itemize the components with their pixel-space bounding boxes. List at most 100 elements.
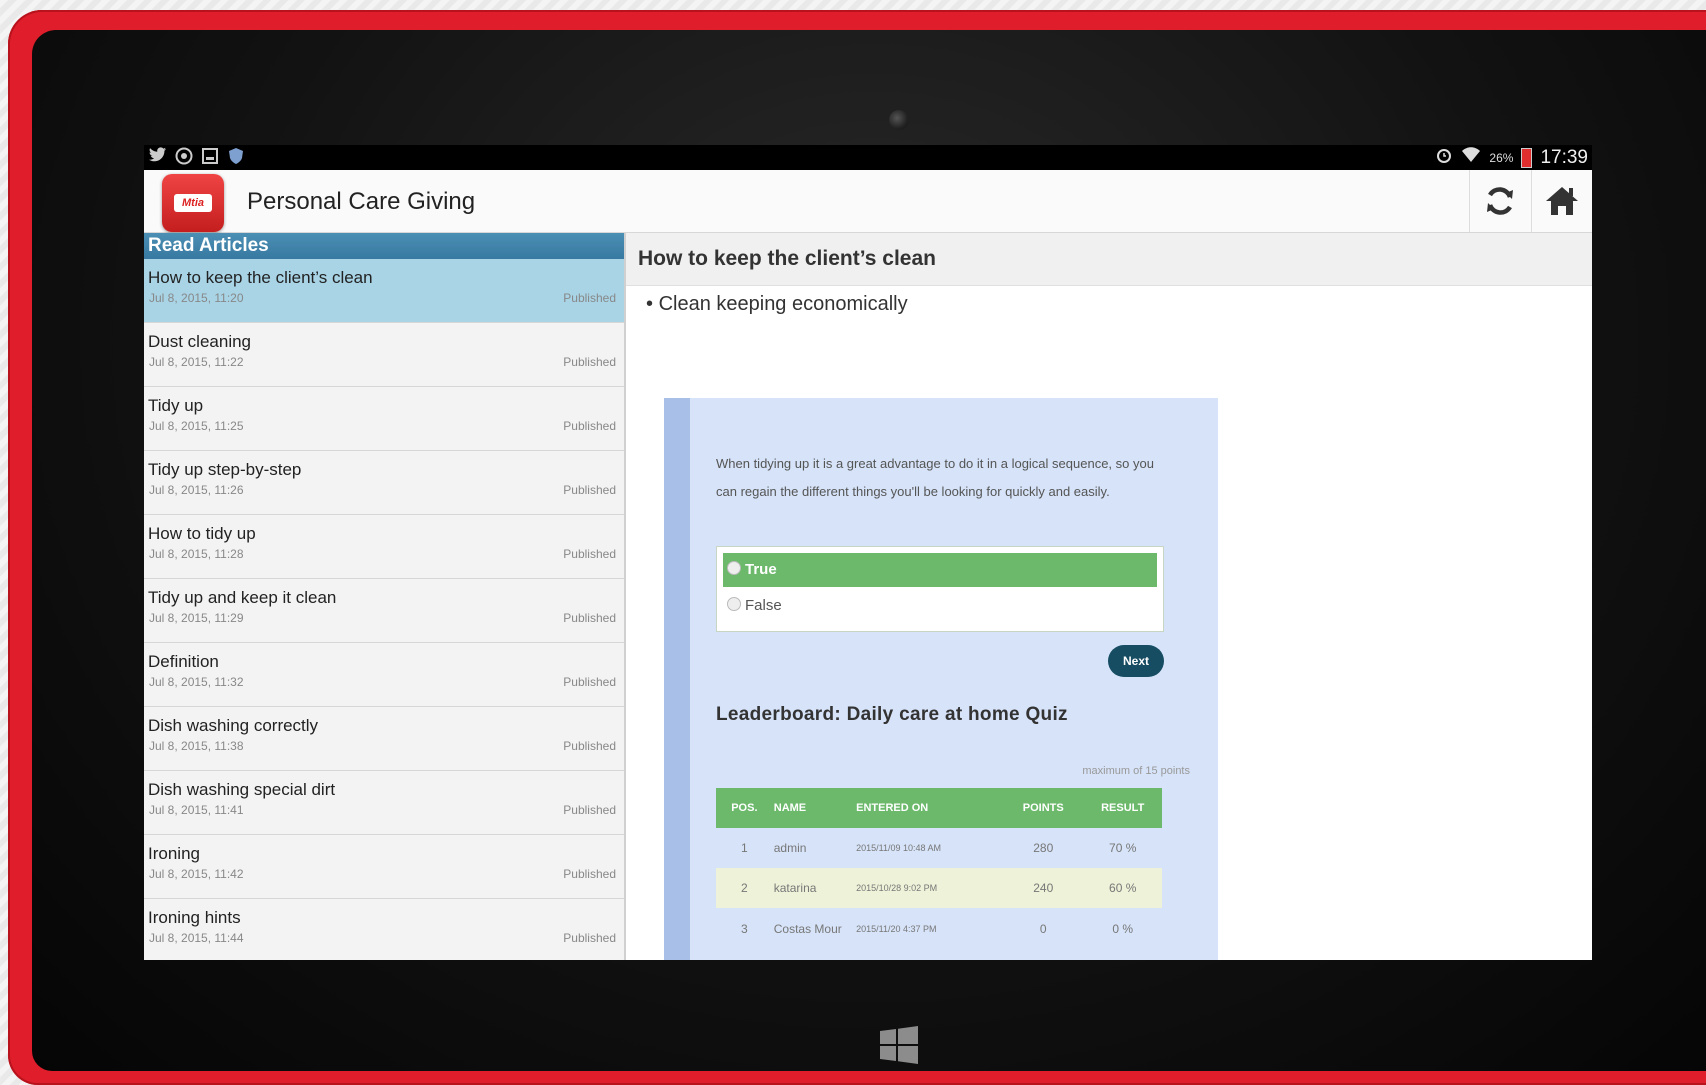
leaderboard-max-note: maximum of 15 points [1082,765,1190,777]
action-bar: Mtia Personal Care Giving [144,170,1592,233]
refresh-icon [1487,187,1513,215]
answer-false-option[interactable]: False [723,589,1157,623]
sidebar-header: Read Articles [144,233,624,259]
cell-result: 60 % [1083,868,1162,908]
article-status: Published [563,547,616,561]
column-header: POINTS [1003,788,1084,828]
article-status: Published [563,483,616,497]
answer-label: True [745,561,777,578]
article-bullet: Clean keeping economically [646,293,908,316]
article-heading: How to keep the client’s clean [626,233,1592,286]
column-header: POS. [716,788,773,828]
article-item[interactable]: Dish washing special dirt Jul 8, 2015, 1… [144,771,624,835]
table-row: 3 Costas Mour 2015/11/20 4:37 PM 0 0 % [716,908,1162,955]
cell-name: Costas Mour [772,908,856,955]
article-title: How to keep the client’s clean [148,268,373,287]
article-date: Jul 8, 2015, 11:22 [149,355,244,369]
article-title: Dish washing special dirt [148,780,336,799]
cell-name: katarina [772,868,856,908]
cell-points: 0 [1003,908,1084,955]
article-date: Jul 8, 2015, 11:29 [149,611,244,625]
leaderboard-table: POS. NAME ENTERED ON POINTS RESULT 1 adm… [716,788,1162,955]
article-title: How to tidy up [148,524,256,543]
quiz-panel: When tidying up it is a great advantage … [664,398,1218,960]
table-header-row: POS. NAME ENTERED ON POINTS RESULT [716,788,1162,828]
article-status: Published [563,291,616,305]
camera-icon [889,110,909,130]
article-status: Published [563,803,616,817]
alarm-icon [1435,146,1453,169]
article-status: Published [563,739,616,753]
article-title: Ironing hints [148,908,241,927]
radio-button[interactable] [727,597,741,611]
article-date: Jul 8, 2015, 11:25 [149,419,244,433]
article-title: Dish washing correctly [148,716,319,735]
refresh-button[interactable] [1469,170,1530,232]
article-status: Published [563,355,616,369]
leaderboard-title: Leaderboard: Daily care at home Quiz [716,704,1068,725]
cell-entered: 2015/10/28 9:02 PM [855,868,1004,908]
article-date: Jul 8, 2015, 11:26 [149,483,244,497]
cell-points: 280 [1003,828,1084,868]
home-button[interactable] [1531,170,1592,232]
article-status: Published [563,611,616,625]
article-item[interactable]: How to keep the client’s clean Jul 8, 20… [144,259,624,323]
notes-icon [200,147,220,167]
article-item[interactable]: Ironing hints Jul 8, 2015, 11:44 Publish… [144,899,624,960]
cell-pos: 1 [716,828,773,868]
article-item[interactable]: Tidy up Jul 8, 2015, 11:25 Published [144,387,624,451]
cell-pos: 3 [716,908,773,955]
article-title: Tidy up step-by-step [148,460,302,479]
article-item[interactable]: Ironing Jul 8, 2015, 11:42 Published [144,835,624,899]
article-item[interactable]: Tidy up step-by-step Jul 8, 2015, 11:26 … [144,451,624,515]
radio-button[interactable] [727,561,741,575]
app-title: Personal Care Giving [247,188,476,215]
cell-points: 240 [1003,868,1084,908]
cell-result: 70 % [1083,828,1162,868]
article-date: Jul 8, 2015, 11:32 [149,675,244,689]
article-date: Jul 8, 2015, 11:41 [149,803,244,817]
article-date: Jul 8, 2015, 11:42 [149,867,244,881]
column-header: RESULT [1083,788,1162,828]
article-title: Dust cleaning [148,332,252,351]
table-row: 2 katarina 2015/10/28 9:02 PM 240 60 % [716,868,1162,908]
tablet-screen: 26% 17:39 Mtia Personal Care Giving Read… [144,145,1592,960]
column-header: ENTERED ON [855,788,1004,828]
article-status: Published [563,931,616,945]
article-title: Definition [148,652,219,671]
article-status: Published [563,867,616,881]
article-status: Published [563,419,616,433]
twitter-icon [148,147,168,167]
article-status: Published [563,675,616,689]
answer-true-option[interactable]: True [723,553,1157,587]
app-logo[interactable]: Mtia [162,174,224,232]
article-item[interactable]: Definition Jul 8, 2015, 11:32 Published [144,643,624,707]
article-title: Ironing [148,844,200,863]
windows-logo-icon[interactable] [880,1026,918,1064]
wifi-icon [1461,146,1481,169]
home-icon [1546,187,1578,215]
android-shield-icon [226,147,246,167]
article-date: Jul 8, 2015, 11:20 [149,291,244,305]
cell-entered: 2015/11/09 10:48 AM [855,828,1004,868]
article-date: Jul 8, 2015, 11:28 [149,547,244,561]
table-row: 1 admin 2015/11/09 10:48 AM 280 70 % [716,828,1162,868]
article-item[interactable]: How to tidy up Jul 8, 2015, 11:28 Publis… [144,515,624,579]
article-date: Jul 8, 2015, 11:38 [149,739,244,753]
article-item[interactable]: Dish washing correctly Jul 8, 2015, 11:3… [144,707,624,771]
next-button[interactable]: Next [1108,645,1164,677]
article-date: Jul 8, 2015, 11:44 [149,931,244,945]
app-logo-text: Mtia [174,194,212,212]
cell-result: 0 % [1083,908,1162,955]
article-title: Tidy up and keep it clean [148,588,337,607]
chrome-icon [174,147,194,167]
cell-pos: 2 [716,868,773,908]
cell-entered: 2015/11/20 4:37 PM [855,908,1004,955]
status-bar: 26% 17:39 [144,145,1592,170]
article-title: Tidy up [148,396,204,415]
battery-icon [1521,147,1533,168]
articles-sidebar: Read Articles How to keep the client’s c… [144,233,626,960]
article-item[interactable]: Dust cleaning Jul 8, 2015, 11:22 Publish… [144,323,624,387]
article-item[interactable]: Tidy up and keep it clean Jul 8, 2015, 1… [144,579,624,643]
battery-percent: 26% [1489,150,1514,165]
